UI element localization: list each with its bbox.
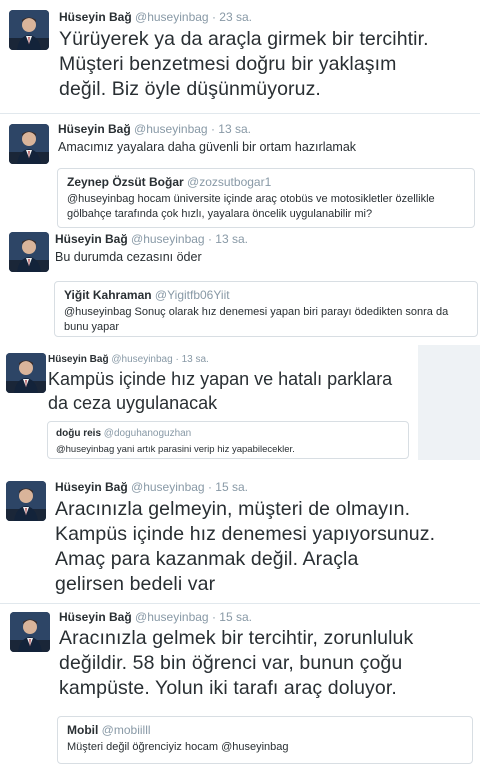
timestamp[interactable]: 15 sa. bbox=[215, 480, 248, 494]
side-panel-background bbox=[418, 345, 480, 460]
divider bbox=[0, 113, 480, 114]
avatar[interactable] bbox=[9, 124, 49, 164]
quoted-tweet-text: @huseyinbag yani artık parasini verip hi… bbox=[56, 444, 295, 455]
author-handle[interactable]: @huseyinbag bbox=[135, 10, 209, 24]
quoted-author-name[interactable]: Yiğit Kahraman bbox=[64, 288, 152, 302]
tweet-text: Amacımız yayalara daha güvenli bir ortam… bbox=[58, 140, 357, 154]
quoted-author-name[interactable]: doğu reis bbox=[56, 428, 101, 439]
quoted-tweet-header: Yiğit Kahraman @Yigitfb06Yiit bbox=[64, 288, 468, 303]
tweet-5[interactable]: Hüseyin Bağ @huseyinbag · 15 sa. Aracını… bbox=[0, 475, 480, 600]
tweet-header: Hüseyin Bağ @huseyinbag · 13 sa. bbox=[55, 232, 248, 246]
tweet-3[interactable]: Hüseyin Bağ @huseyinbag · 13 sa. Bu duru… bbox=[0, 228, 480, 342]
quoted-tweet-text: @huseyinbag Sonuç olarak hız denemesi ya… bbox=[64, 306, 449, 333]
avatar[interactable] bbox=[9, 10, 49, 50]
tweet-header: Hüseyin Bağ @huseyinbag · 15 sa. bbox=[59, 610, 252, 624]
tweet-header: Hüseyin Bağ @huseyinbag · 13 sa. bbox=[48, 353, 209, 367]
author-name[interactable]: Hüseyin Bağ bbox=[59, 610, 132, 624]
quoted-tweet-header: doğu reis @doguhanoguzhan bbox=[56, 426, 400, 441]
tweet-text: Aracınızla gelmek bir tercihtir, zorunlu… bbox=[59, 627, 414, 699]
quoted-tweet-header: Zeynep Özsüt Boğar @zozsutbogar1 bbox=[67, 175, 465, 190]
author-name[interactable]: Hüseyin Bağ bbox=[58, 122, 131, 136]
quoted-author-handle[interactable]: @doguhanoguzhan bbox=[104, 428, 191, 439]
separator-dot: · bbox=[210, 122, 215, 136]
quoted-tweet-header: Mobil @mobiilll bbox=[67, 723, 463, 738]
quoted-author-name[interactable]: Zeynep Özsüt Boğar bbox=[67, 175, 184, 189]
author-handle[interactable]: @huseyinbag bbox=[134, 122, 208, 136]
separator-dot: · bbox=[207, 232, 212, 246]
avatar[interactable] bbox=[9, 232, 49, 272]
timestamp[interactable]: 13 sa. bbox=[218, 122, 251, 136]
author-name[interactable]: Hüseyin Bağ bbox=[48, 354, 109, 365]
tweet-4[interactable]: Hüseyin Bağ @huseyinbag · 13 sa. Kampüs … bbox=[0, 345, 418, 460]
author-name[interactable]: Hüseyin Bağ bbox=[59, 10, 132, 24]
tweet-1[interactable]: Hüseyin Bağ @huseyinbag · 23 sa. Yürüyer… bbox=[0, 0, 480, 112]
quoted-author-name[interactable]: Mobil bbox=[67, 723, 98, 737]
author-handle[interactable]: @huseyinbag bbox=[131, 232, 205, 246]
author-name[interactable]: Hüseyin Bağ bbox=[55, 232, 128, 246]
tweet-header: Hüseyin Bağ @huseyinbag · 13 sa. bbox=[58, 122, 251, 136]
tweet-2[interactable]: Hüseyin Bağ @huseyinbag · 13 sa. Amacımı… bbox=[0, 118, 480, 230]
timestamp[interactable]: 23 sa. bbox=[219, 10, 252, 24]
avatar[interactable] bbox=[10, 612, 50, 652]
quoted-tweet[interactable]: Yiğit Kahraman @Yigitfb06Yiit @huseyinba… bbox=[54, 281, 478, 337]
quoted-tweet[interactable]: doğu reis @doguhanoguzhan @huseyinbag ya… bbox=[47, 421, 409, 459]
tweet-header: Hüseyin Bağ @huseyinbag · 23 sa. bbox=[59, 10, 252, 24]
separator-dot: · bbox=[211, 610, 216, 624]
tweet-text: Yürüyerek ya da araçla girmek bir tercih… bbox=[59, 28, 429, 100]
author-name[interactable]: Hüseyin Bağ bbox=[55, 480, 128, 494]
quoted-author-handle[interactable]: @mobiilll bbox=[102, 723, 151, 737]
quoted-tweet-text: Müşteri değil öğrenciyiz hocam @huseyinb… bbox=[67, 741, 289, 753]
timestamp[interactable]: 13 sa. bbox=[182, 354, 209, 365]
tweet-text: Aracınızla gelmeyin, müşteri de olmayın.… bbox=[55, 498, 436, 595]
avatar[interactable] bbox=[6, 481, 46, 521]
tweet-header: Hüseyin Bağ @huseyinbag · 15 sa. bbox=[55, 480, 248, 494]
avatar[interactable] bbox=[6, 353, 46, 393]
quoted-tweet[interactable]: Mobil @mobiilll Müşteri değil öğrenciyiz… bbox=[57, 716, 473, 764]
quoted-tweet[interactable]: Zeynep Özsüt Boğar @zozsutbogar1 @huseyi… bbox=[57, 168, 475, 228]
author-handle[interactable]: @huseyinbag bbox=[111, 354, 172, 365]
tweet-text: Kampüs içinde hız yapan ve hatalı parkla… bbox=[48, 369, 393, 413]
author-handle[interactable]: @huseyinbag bbox=[135, 610, 209, 624]
timestamp[interactable]: 15 sa. bbox=[219, 610, 252, 624]
timestamp[interactable]: 13 sa. bbox=[215, 232, 248, 246]
separator-dot: · bbox=[211, 10, 216, 24]
separator-dot: · bbox=[207, 480, 212, 494]
quoted-tweet-text: @huseyinbag hocam üniversite içinde araç… bbox=[67, 193, 435, 220]
quoted-author-handle[interactable]: @Yigitfb06Yiit bbox=[155, 288, 230, 302]
quoted-author-handle[interactable]: @zozsutbogar1 bbox=[187, 175, 271, 189]
author-handle[interactable]: @huseyinbag bbox=[131, 480, 205, 494]
separator-dot: · bbox=[175, 354, 179, 365]
tweet-text: Bu durumda cezasını öder bbox=[55, 250, 202, 264]
tweet-6[interactable]: Hüseyin Bağ @huseyinbag · 15 sa. Aracını… bbox=[0, 606, 480, 775]
divider bbox=[0, 603, 480, 604]
